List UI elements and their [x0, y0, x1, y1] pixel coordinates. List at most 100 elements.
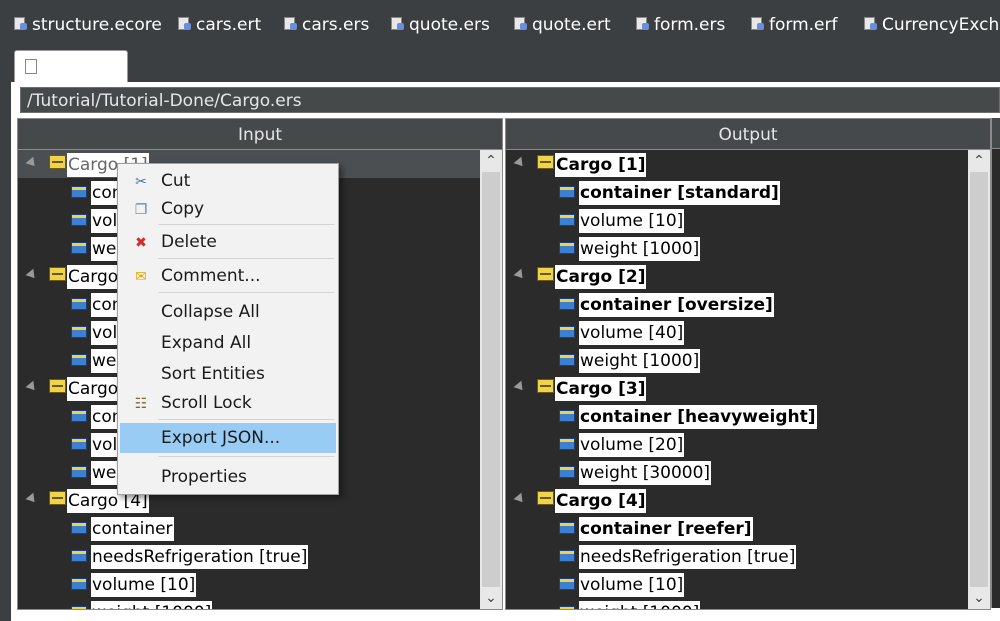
tree-attribute-row[interactable]: volume [20] [506, 430, 968, 458]
attribute-icon [559, 214, 575, 226]
attribute-icon [71, 326, 87, 338]
attribute-label: weight [1000] [579, 349, 701, 373]
attribute-label: volume [10] [91, 573, 197, 597]
entity-icon [49, 267, 66, 281]
scrollbar-thumb[interactable] [482, 172, 500, 587]
expand-twisty-icon[interactable] [513, 268, 527, 282]
menu-item-sort-entities[interactable]: Sort Entities [120, 360, 336, 388]
scissors-icon: ✂ [135, 174, 147, 190]
tab-currency-exchange[interactable]: CurrencyExchar [864, 0, 1000, 44]
tree-attribute-row[interactable]: weight [1000] [506, 346, 968, 374]
tab-form-ers[interactable]: form.ers [636, 0, 725, 44]
tree-attribute-row[interactable]: container [oversize] [506, 290, 968, 318]
output-tree[interactable]: Cargo [1] container [standard] volume [10]… [506, 150, 968, 609]
entity-label: Cargo [4] [555, 489, 647, 513]
scroll-up-icon[interactable]: ⌃ [968, 150, 990, 172]
menu-item-comment[interactable]: ✉ Comment... [120, 262, 336, 290]
scroll-down-icon[interactable]: ⌄ [480, 587, 502, 609]
expand-twisty-icon[interactable] [25, 380, 39, 394]
entity-icon [537, 379, 554, 393]
file-path-bar: /Tutorial/Tutorial-Done/Cargo.ers [20, 87, 1000, 113]
attribute-label: weight [1000] [91, 601, 213, 609]
menu-item-collapse-all[interactable]: Collapse All [120, 298, 336, 326]
entity-label: Cargo [1] [555, 153, 647, 177]
expand-twisty-icon[interactable] [513, 492, 527, 506]
tree-attribute-row[interactable]: volume [10] [506, 206, 968, 234]
expand-twisty-icon[interactable] [25, 268, 39, 282]
attribute-icon [71, 606, 87, 609]
attribute-icon [559, 522, 575, 534]
scroll-up-icon[interactable]: ⌃ [480, 150, 502, 172]
attribute-icon [559, 578, 575, 590]
attribute-icon [559, 298, 575, 310]
attribute-icon [71, 578, 87, 590]
menu-item-export-json[interactable]: Export JSON... [120, 423, 336, 453]
expand-twisty-icon[interactable] [513, 156, 527, 170]
tree-attribute-row[interactable]: volume [10] [18, 570, 480, 598]
output-panel-header: Output [506, 119, 990, 150]
tree-attribute-row[interactable]: needsRefrigeration [true] [18, 542, 480, 570]
attribute-label: container [standard] [579, 181, 780, 205]
menu-item-scroll-lock[interactable]: ☷ Scroll Lock [120, 389, 336, 417]
tree-entity-row[interactable]: Cargo [1] [506, 150, 968, 178]
attribute-icon [71, 466, 87, 478]
menu-item-expand-all[interactable]: Expand All [120, 329, 336, 357]
tree-entity-row[interactable]: Cargo [3] [506, 374, 968, 402]
tree-entity-row[interactable]: Cargo [4] [506, 486, 968, 514]
tree-attribute-row[interactable]: needsRefrigeration [true] [506, 542, 968, 570]
menu-separator [158, 292, 334, 293]
menu-item-properties[interactable]: Properties [120, 463, 336, 491]
third-panel-edge [991, 118, 1000, 608]
tree-attribute-row[interactable]: weight [1000] [18, 598, 480, 609]
menu-item-cut[interactable]: ✂ Cut [120, 167, 336, 195]
erf-file-icon [751, 17, 765, 31]
tree-attribute-row[interactable]: volume [40] [506, 318, 968, 346]
delete-icon: ✖ [135, 235, 147, 251]
scroll-lock-icon: ☷ [134, 396, 148, 412]
menu-separator [158, 456, 334, 457]
tree-attribute-row[interactable]: volume [10] [506, 570, 968, 598]
attribute-label: weight [1000] [579, 237, 701, 261]
tab-cars-ers[interactable]: cars.ers [284, 0, 369, 44]
scrollbar-thumb[interactable] [970, 172, 988, 587]
scroll-down-icon[interactable]: ⌄ [968, 587, 990, 609]
attribute-icon [71, 186, 87, 198]
menu-item-delete[interactable]: ✖ Delete [120, 228, 336, 256]
ert-file-icon [514, 17, 528, 31]
tree-attribute-row[interactable]: weight [1000] [506, 234, 968, 262]
menu-item-copy[interactable]: ❐ Copy [120, 195, 336, 223]
attribute-icon [559, 466, 575, 478]
attribute-icon [559, 438, 575, 450]
attribute-icon [71, 522, 87, 534]
ert-file-icon [178, 17, 192, 31]
tab-cars-ert[interactable]: cars.ert [178, 0, 261, 44]
output-panel: Output Cargo [1] container [standard] volu… [505, 118, 991, 610]
entity-icon [49, 379, 66, 393]
editor-subtabs: untitled_1 [0, 44, 1000, 112]
attribute-label: volume [10] [579, 573, 685, 597]
attribute-icon [559, 606, 575, 609]
tree-attribute-row[interactable]: container [reefer] [506, 514, 968, 542]
tree-entity-row[interactable]: Cargo [2] [506, 262, 968, 290]
attribute-label: needsRefrigeration [true] [579, 545, 797, 569]
tab-untitled-1[interactable]: untitled_1 [14, 50, 128, 112]
attribute-label: container [oversize] [579, 293, 774, 317]
attribute-icon [71, 242, 87, 254]
tab-quote-ert[interactable]: quote.ert [514, 0, 611, 44]
expand-twisty-icon[interactable] [513, 380, 527, 394]
tree-attribute-row[interactable]: container [18, 514, 480, 542]
attribute-icon [71, 354, 87, 366]
ers-file-icon [864, 17, 878, 31]
tab-form-erf[interactable]: form.erf [751, 0, 837, 44]
tree-attribute-row[interactable]: weight [1000] [506, 598, 968, 609]
input-scrollbar[interactable]: ⌃ ⌄ [480, 150, 502, 609]
expand-twisty-icon[interactable] [25, 492, 39, 506]
tree-attribute-row[interactable]: container [heavyweight] [506, 402, 968, 430]
comment-icon: ✉ [135, 269, 147, 285]
tree-attribute-row[interactable]: weight [30000] [506, 458, 968, 486]
tab-quote-ers[interactable]: quote.ers [391, 0, 490, 44]
tree-attribute-row[interactable]: container [standard] [506, 178, 968, 206]
entity-label: Cargo [3] [555, 377, 647, 401]
tab-structure-ecore[interactable]: structure.ecore [14, 0, 162, 44]
output-scrollbar[interactable]: ⌃ ⌄ [968, 150, 990, 609]
